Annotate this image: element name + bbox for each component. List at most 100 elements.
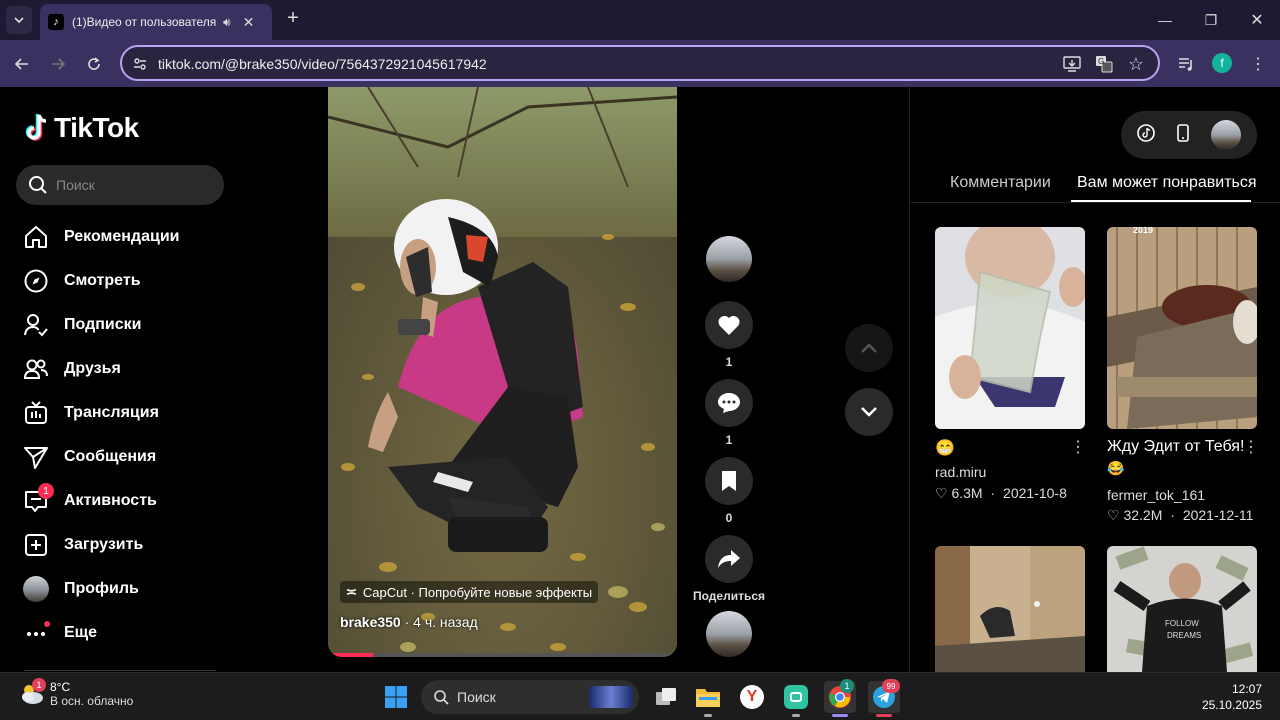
yandex-browser-button[interactable]: Y bbox=[736, 681, 768, 713]
more-options-icon[interactable]: ⋮ bbox=[1243, 437, 1259, 457]
tiktok-sidebar: TikTok Поиск Рекомендации Смотреть Подпи… bbox=[0, 87, 240, 672]
sidebar-item-label: Рекомендации bbox=[64, 228, 180, 245]
recommended-video-thumbnail[interactable] bbox=[935, 227, 1085, 429]
sidebar-item-messages[interactable]: Сообщения bbox=[22, 441, 156, 473]
sidebar-item-label: Еще bbox=[64, 624, 98, 641]
chrome-badge: 1 bbox=[840, 679, 854, 693]
url-text: tiktok.com/@brake350/video/7564372921045… bbox=[158, 56, 487, 72]
tab-separator bbox=[910, 202, 1280, 203]
task-view-icon bbox=[656, 688, 676, 705]
comment-button[interactable] bbox=[705, 379, 753, 427]
post-date: 2021-12-11 bbox=[1182, 507, 1254, 523]
author-avatar[interactable] bbox=[706, 236, 752, 282]
recommended-video-user[interactable]: fermer_tok_161 bbox=[1107, 487, 1205, 503]
recommended-video-thumbnail[interactable]: FOLLOW DREAMS bbox=[1107, 546, 1257, 672]
sidebar-item-friends[interactable]: Друзья bbox=[22, 353, 121, 385]
back-button[interactable] bbox=[10, 52, 34, 76]
heart-outline-icon: ♡ bbox=[935, 485, 948, 501]
upload-icon bbox=[22, 531, 50, 559]
recommended-video-title[interactable]: Жду Эдит от Тебя! bbox=[1107, 438, 1244, 456]
like-button[interactable] bbox=[705, 301, 753, 349]
user-avatar[interactable] bbox=[1210, 120, 1241, 150]
recommended-video-user[interactable]: rad.miru bbox=[935, 464, 986, 480]
tiktok-search-input[interactable]: Поиск bbox=[16, 165, 224, 205]
chrome-button[interactable]: 1 bbox=[824, 679, 856, 717]
bookmark-button[interactable] bbox=[705, 457, 753, 505]
address-bar[interactable]: tiktok.com/@brake350/video/7564372921045… bbox=[120, 45, 1160, 81]
playlist-icon bbox=[1179, 58, 1192, 71]
browser-menu-icon[interactable]: ⋮ bbox=[1246, 52, 1270, 76]
sidebar-item-label: Смотреть bbox=[64, 272, 141, 289]
recommended-video-thumbnail[interactable]: 2019 bbox=[1107, 227, 1257, 429]
thumbnail-overlay-text: 2019 bbox=[1133, 227, 1154, 235]
video-author[interactable]: brake350 bbox=[340, 614, 401, 630]
music-disc-avatar[interactable] bbox=[706, 611, 752, 657]
sidebar-item-label: Профиль bbox=[64, 580, 139, 597]
weather-temperature: 8°C bbox=[50, 680, 71, 694]
thumbnail-image bbox=[935, 227, 1085, 429]
minimize-button[interactable]: — bbox=[1150, 8, 1180, 32]
tiktok-logo[interactable]: TikTok bbox=[24, 112, 139, 144]
sidebar-item-explore[interactable]: Смотреть bbox=[22, 265, 141, 297]
browser-tab-active[interactable]: ♪ (1)Видео от пользователя 🔊︎ ✕ bbox=[40, 4, 272, 40]
browser-profile-avatar[interactable]: f bbox=[1212, 53, 1232, 73]
close-tab-icon[interactable]: ✕ bbox=[243, 14, 255, 31]
telegram-button[interactable]: 99 bbox=[868, 679, 900, 717]
taskbar-clock[interactable]: 12:07 25.10.2025 bbox=[1202, 681, 1262, 713]
weather-widget[interactable]: 1 8°C В осн. облачно bbox=[18, 678, 133, 708]
task-view-button[interactable] bbox=[650, 681, 682, 713]
recommended-video-title[interactable]: 😁 bbox=[935, 438, 955, 458]
sidebar-item-upload[interactable]: Загрузить bbox=[22, 529, 143, 561]
tiktok-app-icon[interactable] bbox=[1137, 123, 1156, 147]
recommendations-panel: Комментарии Вам может понравиться 😁 ⋮ ra… bbox=[909, 87, 1280, 672]
restore-button[interactable]: ❐ bbox=[1196, 8, 1226, 32]
new-tab-button[interactable]: + bbox=[282, 8, 304, 30]
tab-recommended[interactable]: Вам может понравиться bbox=[1077, 174, 1257, 192]
taskbar-search-input[interactable]: Поиск bbox=[421, 680, 639, 714]
reload-button[interactable] bbox=[82, 52, 106, 76]
svg-text:FOLLOW: FOLLOW bbox=[1165, 619, 1199, 628]
next-video-button[interactable] bbox=[845, 388, 893, 436]
video-player[interactable]: ≍ CapCut · Попробуйте новые эффекты brak… bbox=[328, 87, 677, 657]
sidebar-divider bbox=[24, 670, 216, 671]
recommended-video-stats: ♡ 32.2M · 2021-12-11 bbox=[1107, 507, 1253, 524]
install-app-icon[interactable] bbox=[1062, 54, 1082, 74]
media-control-button[interactable] bbox=[1174, 52, 1198, 76]
following-icon bbox=[22, 311, 50, 339]
share-button[interactable] bbox=[705, 535, 753, 583]
video-progress-bar[interactable] bbox=[328, 653, 677, 657]
app-button[interactable] bbox=[780, 681, 812, 717]
windows-start-button[interactable] bbox=[380, 681, 412, 713]
site-settings-icon[interactable] bbox=[130, 54, 150, 74]
capcut-promo-badge[interactable]: ≍ CapCut · Попробуйте новые эффекты bbox=[340, 581, 599, 603]
separator-dot: · bbox=[990, 485, 996, 501]
thumbnail-image bbox=[1107, 227, 1257, 429]
forward-button[interactable] bbox=[46, 52, 70, 76]
thumbnail-image: FOLLOW DREAMS bbox=[1107, 546, 1257, 672]
sidebar-item-activity[interactable]: 1 Активность bbox=[22, 483, 157, 517]
translate-icon[interactable]: G bbox=[1094, 54, 1114, 74]
tab-comments[interactable]: Комментарии bbox=[950, 174, 1051, 192]
file-explorer-button[interactable] bbox=[692, 681, 724, 717]
sidebar-item-more[interactable]: Еще bbox=[22, 617, 97, 649]
sidebar-item-following[interactable]: Подписки bbox=[22, 309, 141, 341]
sidebar-item-label: Активность bbox=[64, 492, 157, 509]
previous-video-button[interactable] bbox=[845, 324, 893, 372]
bookmark-star-icon[interactable]: ☆ bbox=[1126, 54, 1146, 74]
tab-search-button[interactable] bbox=[6, 6, 32, 34]
mobile-app-icon[interactable] bbox=[1176, 123, 1190, 147]
close-window-button[interactable]: ✕ bbox=[1242, 8, 1272, 32]
search-placeholder: Поиск bbox=[56, 177, 95, 193]
app-icon bbox=[784, 685, 808, 709]
running-indicator bbox=[792, 714, 800, 717]
video-meta: brake350 · 4 ч. назад bbox=[340, 614, 478, 630]
more-options-icon[interactable]: ⋮ bbox=[1070, 437, 1086, 457]
speaker-icon[interactable]: 🔊︎ bbox=[223, 15, 231, 30]
recommended-video-thumbnail[interactable] bbox=[935, 546, 1085, 672]
sidebar-item-live[interactable]: Трансляция bbox=[22, 397, 159, 429]
sidebar-item-recommendations[interactable]: Рекомендации bbox=[22, 221, 180, 253]
sidebar-item-profile[interactable]: Профиль bbox=[22, 573, 139, 605]
like-count: 1 bbox=[725, 355, 733, 369]
recommended-video-stats: ♡ 6.3M · 2021-10-8 bbox=[935, 485, 1067, 502]
title-emoji: 😂 bbox=[1107, 460, 1125, 476]
